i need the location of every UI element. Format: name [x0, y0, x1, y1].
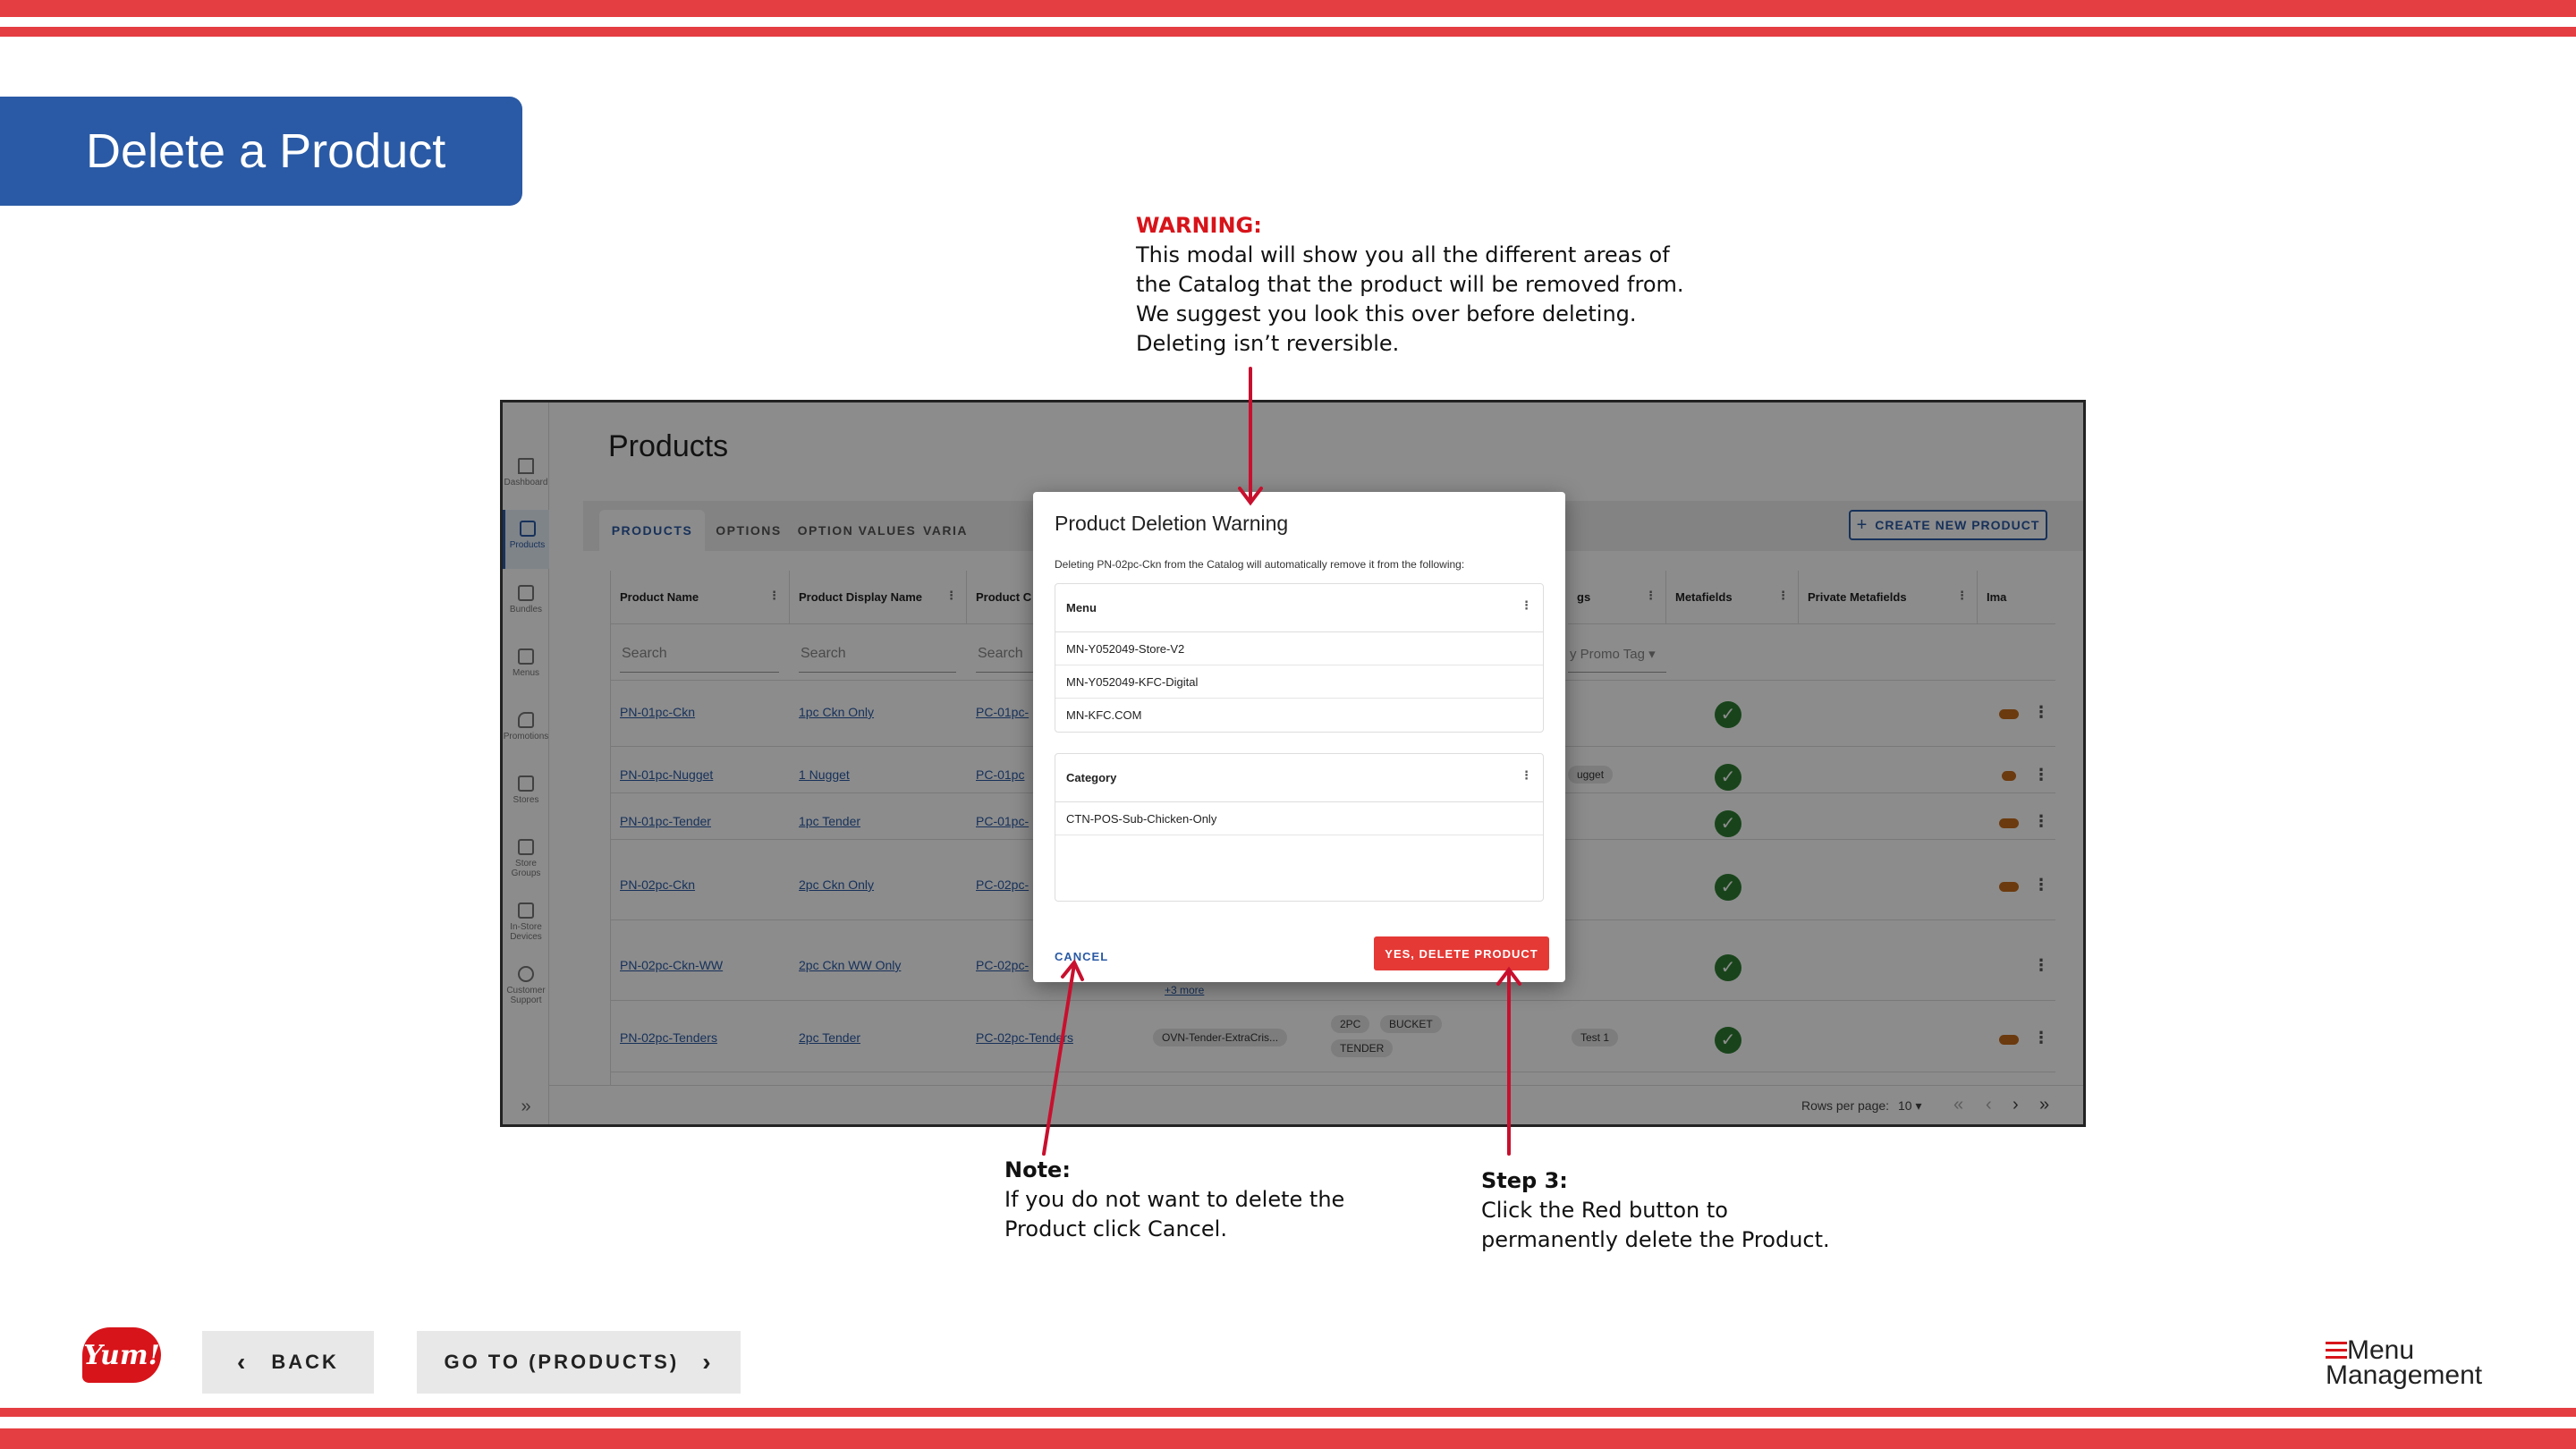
note-arrow [1042, 962, 1076, 1156]
slide: Delete a Product WARNING: This modal wil… [0, 0, 2576, 1449]
menu-management-logo: Menu Management [2326, 1337, 2483, 1390]
note-annotation: Note: If you do not want to delete the P… [1004, 1156, 1344, 1244]
step3-annotation: Step 3: Click the Red button to permanen… [1481, 1166, 1830, 1255]
note-line: If you do not want to delete the [1004, 1187, 1345, 1212]
step3-line: permanently delete the Product. [1481, 1227, 1830, 1252]
note-heading: Note: [1004, 1157, 1071, 1182]
chevron-left-icon: ‹ [237, 1348, 249, 1376]
step3-heading: Step 3: [1481, 1168, 1568, 1193]
yum-logo: Yum! [82, 1327, 161, 1383]
logo-text-management: Management [2326, 1360, 2483, 1390]
bottom-stripe-thin [0, 1408, 2576, 1417]
goto-button-label: GO TO (PRODUCTS) [444, 1351, 680, 1373]
chevron-right-icon: › [702, 1348, 714, 1376]
back-button-label: BACK [271, 1351, 339, 1373]
step3-line: Click the Red button to [1481, 1198, 1728, 1223]
bottom-stripe-thick [0, 1428, 2576, 1449]
note-line: Product click Cancel. [1004, 1216, 1227, 1241]
go-to-products-button[interactable]: GO TO (PRODUCTS) › [417, 1331, 741, 1394]
back-button[interactable]: ‹ BACK [202, 1331, 374, 1394]
